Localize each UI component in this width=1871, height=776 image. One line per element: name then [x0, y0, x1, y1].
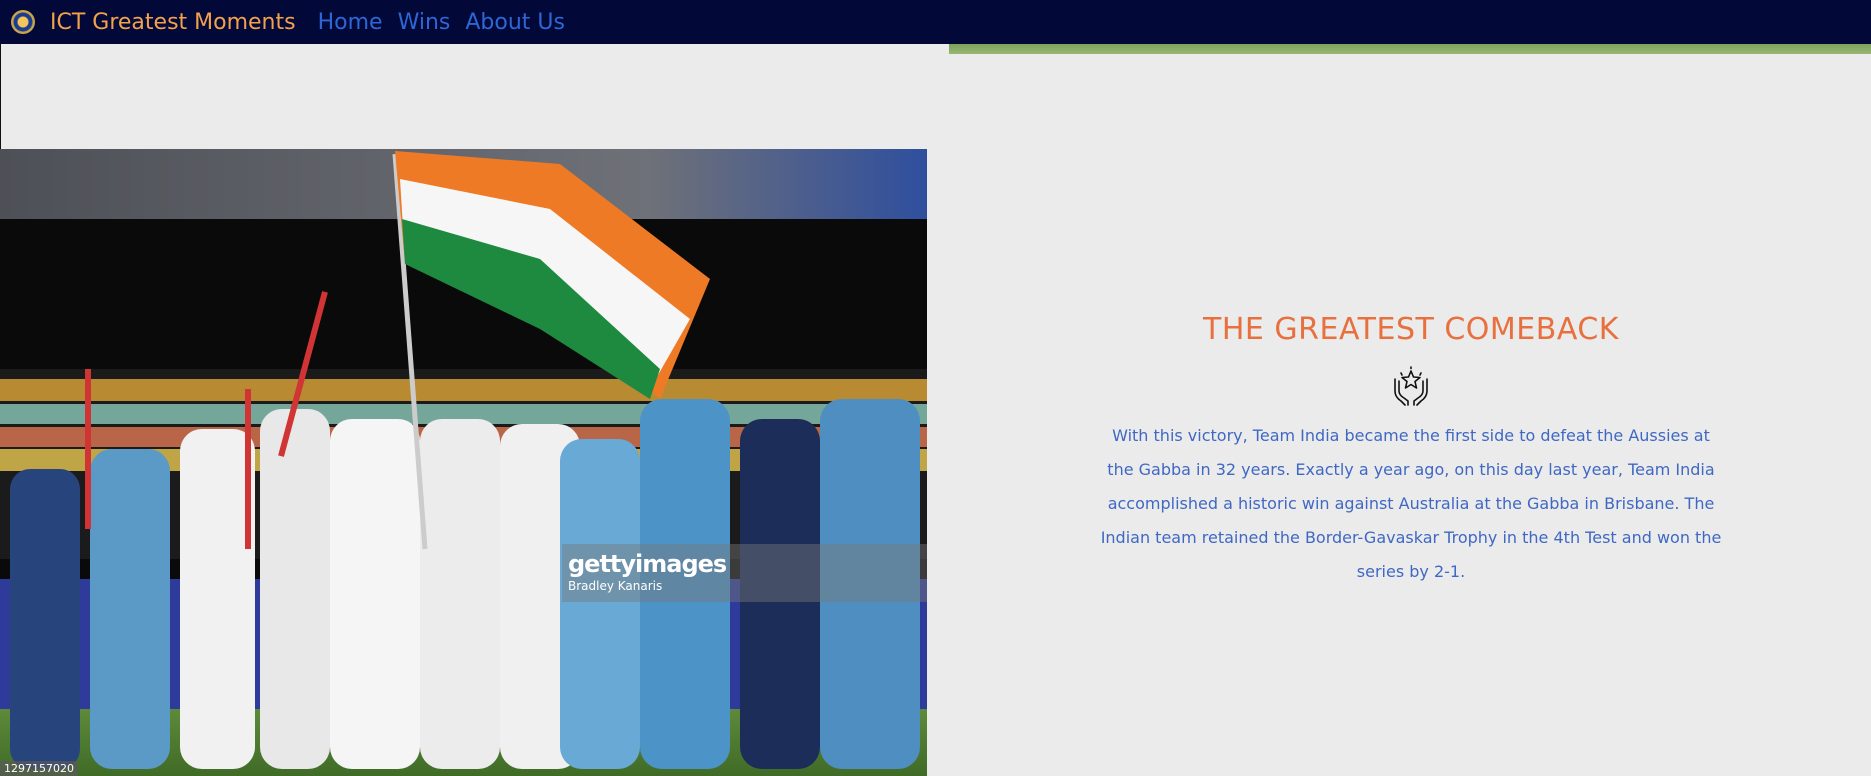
nav-link-about-us[interactable]: About Us: [465, 10, 565, 35]
moment-description: With this victory, Team India became the…: [1100, 426, 1722, 581]
nav-links: Home Wins About Us: [318, 10, 580, 35]
nav-link-home[interactable]: Home: [318, 10, 383, 35]
carousel-edge: [0, 44, 1, 149]
bcci-crest-icon[interactable]: [11, 10, 35, 34]
getty-watermark: gettyimages Bradley Kanaris: [562, 544, 927, 602]
team-celebration-image: [0, 149, 927, 776]
watermark-credit: Bradley Kanaris: [568, 579, 663, 593]
hands-star-trophy-icon: [1394, 366, 1428, 406]
photo-id: 1297157020: [0, 761, 78, 776]
nav-link-wins[interactable]: Wins: [398, 10, 451, 35]
watermark-brand: gettyimages: [568, 550, 727, 578]
page-title: THE GREATEST COMEBACK: [1203, 312, 1619, 347]
hero-photo: gettyimages Bradley Kanaris 1297157020: [0, 149, 927, 776]
top-navbar: ICT Greatest Moments Home Wins About Us: [0, 0, 1871, 44]
moment-content: THE GREATEST COMEBACK With this victory,…: [1100, 312, 1722, 589]
previous-slide-image-edge: [949, 44, 1871, 54]
brand-title[interactable]: ICT Greatest Moments: [50, 10, 296, 35]
